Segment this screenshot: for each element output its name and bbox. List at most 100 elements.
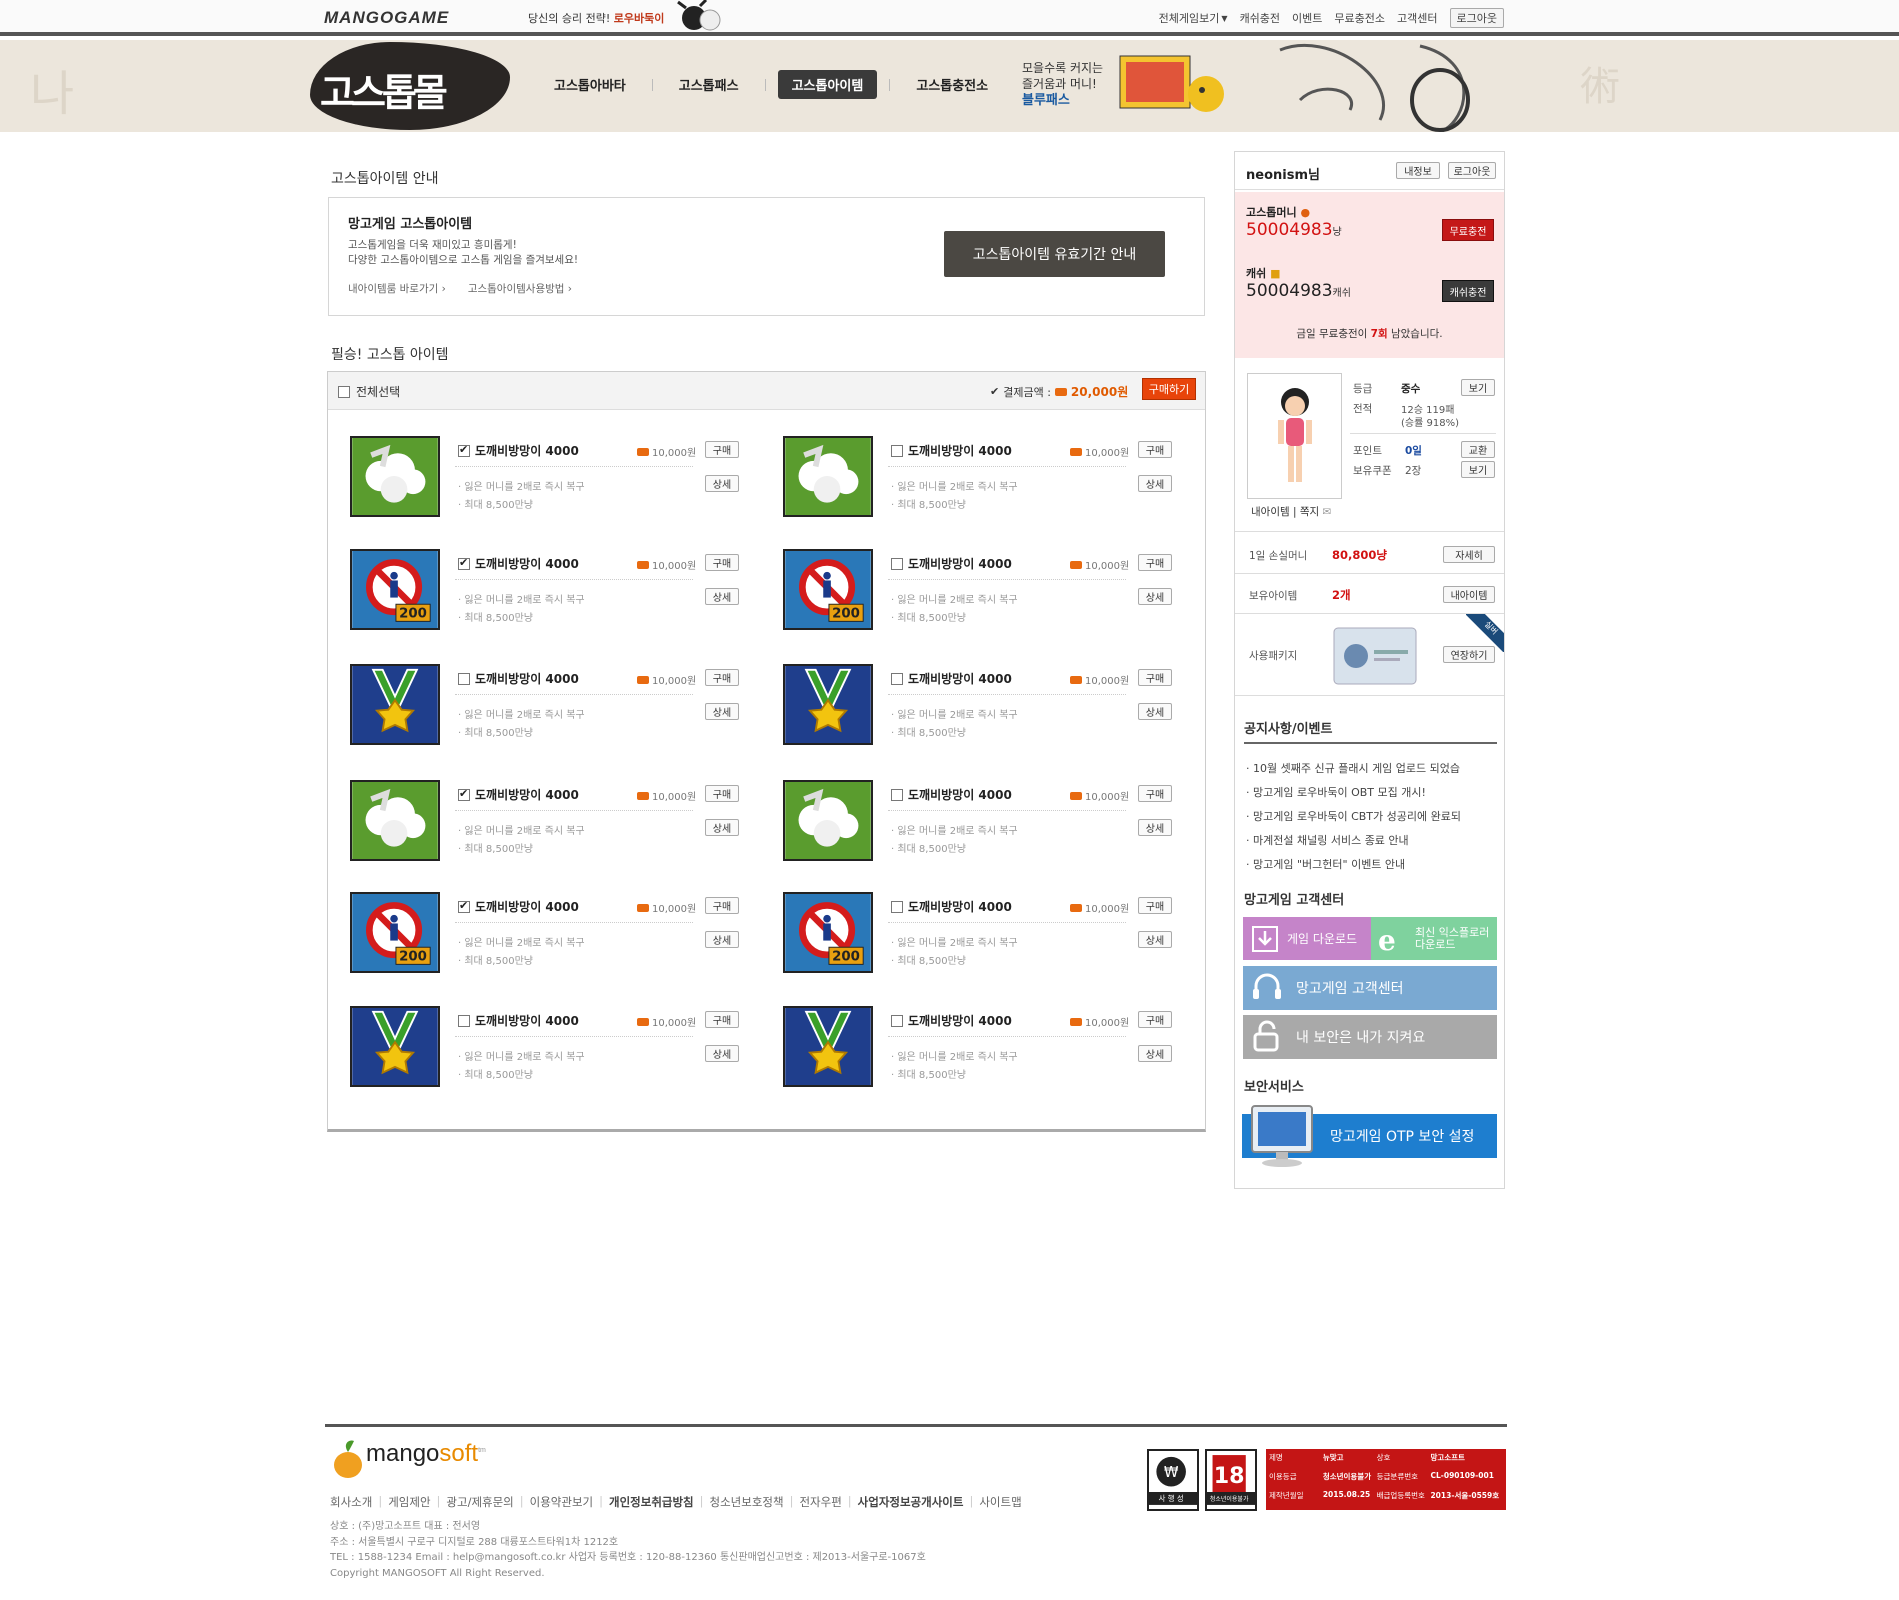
item-checkbox[interactable] [891, 1014, 903, 1027]
detail-button[interactable]: 상세 [1138, 819, 1172, 836]
buy-button[interactable]: 구매 [1138, 785, 1172, 802]
notice-item[interactable]: · 망고게임 로우바둑이 CBT가 성공리에 완료되 [1246, 805, 1461, 829]
all-games-link[interactable]: 전체게임보기 [1159, 10, 1220, 26]
item-checkbox[interactable] [891, 672, 903, 685]
detail-button[interactable]: 상세 [705, 475, 739, 492]
tab-gostop-item[interactable]: 고스톱아이템 [777, 70, 878, 99]
item-checkbox[interactable] [458, 787, 470, 801]
item-desc-1: · 잃은 머니를 2배로 즉시 복구 [458, 710, 585, 721]
buy-button[interactable]: 구매 [1138, 669, 1172, 686]
medal-icon[interactable] [783, 1006, 873, 1087]
detail-button[interactable]: 상세 [705, 931, 739, 948]
buy-button[interactable]: 구매 [1138, 1011, 1172, 1028]
detail-button[interactable]: 상세 [1138, 475, 1172, 492]
no-entry-icon[interactable]: 200 [350, 892, 440, 973]
support-link[interactable]: 고객센터 [1397, 10, 1437, 26]
select-all-checkbox[interactable] [338, 385, 350, 398]
footer-link[interactable]: 청소년보호정책 [710, 1494, 784, 1510]
buy-button[interactable]: 구매 [705, 554, 739, 571]
buy-button[interactable]: 구매 [705, 1011, 739, 1028]
event-link[interactable]: 이벤트 [1292, 10, 1322, 26]
my-item-room-link[interactable]: 내아이템룸 바로가기 › [348, 281, 446, 296]
detail-button[interactable]: 상세 [1138, 931, 1172, 948]
notice-item[interactable]: · 마계전설 채널링 서비스 종료 안내 [1246, 829, 1461, 853]
item-checkbox[interactable] [458, 556, 470, 570]
medal-icon[interactable] [350, 1006, 440, 1087]
item-checkbox[interactable] [458, 899, 470, 913]
cloud-icon[interactable] [350, 436, 440, 517]
point-exchange-button[interactable]: 교환 [1461, 441, 1495, 458]
my-item-button[interactable]: 내아이템 [1443, 586, 1495, 603]
item-name: 도깨비방망이 4000 [475, 788, 579, 802]
footer-link[interactable]: 게임제안 [388, 1494, 430, 1510]
notice-item[interactable]: · 10월 셋째주 신규 플래시 게임 업로드 되었습 [1246, 757, 1461, 781]
grade-view-button[interactable]: 보기 [1461, 379, 1495, 396]
footer-link[interactable]: 광고/제휴문의 [446, 1494, 513, 1510]
item-checkbox[interactable] [458, 672, 470, 685]
item-title: 도깨비방망이 4000 [891, 898, 1012, 915]
item-usage-link[interactable]: 고스톱아이템사용방법 › [468, 281, 572, 296]
item-checkbox[interactable] [891, 788, 903, 801]
bluepass-line1: 모을수록 커지는 [1022, 61, 1104, 75]
no-entry-icon[interactable]: 200 [350, 549, 440, 630]
tab-gostop-charge[interactable]: 고스톱충전소 [902, 70, 1002, 99]
detail-button[interactable]: 상세 [705, 819, 739, 836]
medal-icon[interactable] [350, 664, 440, 745]
cash-charge-button[interactable]: 캐쉬충전 [1442, 280, 1494, 302]
mangogame-logo[interactable]: MANGOGAME [324, 8, 449, 28]
item-checkbox[interactable] [891, 557, 903, 570]
buy-button[interactable]: 구매 [1138, 441, 1172, 458]
my-items-link[interactable]: 내아이템 | 쪽지 ✉ [1251, 504, 1331, 519]
avatar[interactable] [1247, 373, 1342, 499]
bluepass-banner[interactable]: 모을수록 커지는 즐거움과 머니! 블루패스 [1022, 60, 1103, 109]
footer-link[interactable]: 사업자정보공개사이트 [858, 1494, 964, 1510]
notice-item[interactable]: · 망고게임 로우바둑이 OBT 모집 개시! [1246, 781, 1461, 805]
buy-button[interactable]: 구매 [1138, 554, 1172, 571]
footer-link[interactable]: 회사소개 [330, 1494, 372, 1510]
footer-link[interactable]: 개인정보취급방침 [609, 1494, 694, 1510]
detail-button[interactable]: 상세 [1138, 588, 1172, 605]
item-checkbox[interactable] [458, 443, 470, 457]
tab-gostop-avatar[interactable]: 고스톱아바타 [540, 70, 640, 99]
panel-logout-button[interactable]: 로그아웃 [1448, 162, 1496, 179]
memo-link[interactable]: 쪽지 [1300, 506, 1319, 518]
promo-link[interactable]: 로우바둑이 [614, 12, 665, 25]
buy-all-button[interactable]: 구매하기 [1142, 378, 1196, 400]
item-validity-button[interactable]: 고스톱아이템 유효기간 안내 [944, 231, 1165, 277]
coupon-view-button[interactable]: 보기 [1461, 461, 1495, 478]
tab-gostop-pass[interactable]: 고스톱패스 [665, 70, 753, 99]
medal-icon[interactable] [783, 664, 873, 745]
item-checkbox[interactable] [891, 900, 903, 913]
select-all[interactable]: 전체선택 [338, 383, 400, 400]
promo-character-icon [677, 0, 721, 31]
cash-charge-link[interactable]: 캐쉬충전 [1240, 10, 1280, 26]
detail-button[interactable]: 상세 [1138, 1045, 1172, 1062]
buy-button[interactable]: 구매 [705, 785, 739, 802]
no-entry-icon[interactable]: 200 [783, 549, 873, 630]
detail-button[interactable]: 상세 [705, 588, 739, 605]
detail-button[interactable]: 상세 [705, 703, 739, 720]
detail-button[interactable]: 상세 [1138, 703, 1172, 720]
buy-button[interactable]: 구매 [1138, 897, 1172, 914]
logout-button[interactable]: 로그아웃 [1449, 8, 1504, 28]
buy-button[interactable]: 구매 [705, 897, 739, 914]
loss-detail-button[interactable]: 자세히 [1443, 546, 1495, 563]
buy-button[interactable]: 구매 [705, 441, 739, 458]
promo-banner[interactable]: 당신의 승리 전략! 로우바둑이 [528, 10, 664, 26]
item-checkbox[interactable] [891, 444, 903, 457]
footer-link[interactable]: 이용약관보기 [530, 1494, 593, 1510]
notice-item[interactable]: · 망고게임 "버그헌터" 이벤트 안내 [1246, 853, 1461, 877]
no-entry-icon[interactable]: 200 [783, 892, 873, 973]
mangosoft-logo[interactable]: mangosofttm [366, 1440, 486, 1468]
cloud-icon[interactable] [783, 780, 873, 861]
buy-button[interactable]: 구매 [705, 669, 739, 686]
free-charge-link[interactable]: 무료충전소 [1334, 10, 1385, 26]
item-checkbox[interactable] [458, 1014, 470, 1027]
cloud-icon[interactable] [350, 780, 440, 861]
cloud-icon[interactable] [783, 436, 873, 517]
footer-link[interactable]: 전자우편 [799, 1494, 841, 1510]
free-charge-button[interactable]: 무료충전 [1442, 219, 1494, 241]
detail-button[interactable]: 상세 [705, 1045, 739, 1062]
my-info-button[interactable]: 내정보 [1396, 162, 1440, 179]
footer-link[interactable]: 사이트맵 [979, 1494, 1021, 1510]
